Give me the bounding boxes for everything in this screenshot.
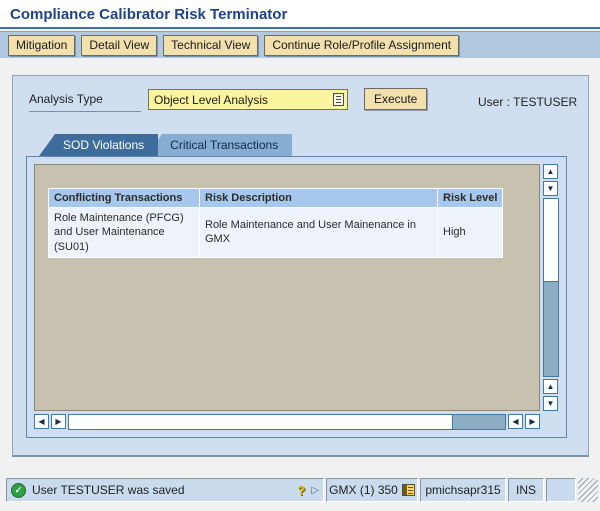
mitigation-button[interactable]: Mitigation: [8, 35, 75, 56]
execute-button[interactable]: Execute: [364, 88, 427, 110]
status-empty-cell: [546, 478, 576, 502]
risk-table: Conflicting Transactions Risk Descriptio…: [48, 188, 503, 258]
cell-risk-level: High: [438, 208, 502, 257]
horizontal-scrollbar[interactable]: ◀ ▶ ◀ ▶: [34, 414, 540, 430]
page-title: Compliance Calibrator Risk Terminator: [0, 0, 600, 23]
results-grid-area: Conflicting Transactions Risk Descriptio…: [34, 164, 540, 411]
horizontal-scroll-thumb[interactable]: [69, 415, 453, 429]
session-list-icon[interactable]: [402, 484, 415, 496]
resize-grip[interactable]: [578, 478, 598, 502]
header-conflicting-transactions: Conflicting Transactions: [49, 189, 199, 207]
scroll-right-icon[interactable]: ▶: [51, 414, 66, 429]
status-insert-mode-cell: INS: [508, 478, 544, 502]
cell-risk-description: Role Maintenance and User Mainenance in …: [200, 208, 437, 257]
status-host-cell: pmichsapr315: [420, 478, 506, 502]
analysis-type-dropdown[interactable]: Object Level Analysis: [148, 89, 348, 110]
tab-content-panel: Conflicting Transactions Risk Descriptio…: [26, 156, 567, 438]
header-risk-level: Risk Level: [438, 189, 502, 207]
application-toolbar: Mitigation Detail View Technical View Co…: [0, 31, 600, 58]
header-risk-description: Risk Description: [200, 189, 437, 207]
scroll-right-icon[interactable]: ▶: [525, 414, 540, 429]
vertical-scroll-thumb[interactable]: [544, 199, 558, 282]
system-text: GMX (1) 350: [329, 483, 398, 497]
table-row[interactable]: Role Maintenance (PFCG) and User Mainten…: [49, 208, 502, 257]
scroll-left-icon[interactable]: ◀: [508, 414, 523, 429]
cell-conflicting-transactions: Role Maintenance (PFCG) and User Mainten…: [49, 208, 199, 257]
success-check-icon: ✓: [11, 483, 26, 498]
technical-view-button[interactable]: Technical View: [163, 35, 258, 56]
status-message-cell: ✓ User TESTUSER was saved ? ▷: [6, 478, 324, 502]
tab-sod-violations[interactable]: SOD Violations: [39, 134, 158, 156]
vertical-scroll-track[interactable]: [543, 198, 559, 377]
help-icon[interactable]: ?: [297, 483, 305, 498]
scroll-up-icon[interactable]: ▲: [543, 164, 558, 179]
status-system-cell: GMX (1) 350: [326, 478, 418, 502]
scroll-down-icon[interactable]: ▼: [543, 396, 558, 411]
insert-mode-text: INS: [516, 483, 536, 497]
analysis-type-value: Object Level Analysis: [154, 93, 268, 107]
scrollbar-corner: [543, 414, 559, 430]
table-header-row: Conflicting Transactions Risk Descriptio…: [49, 189, 502, 207]
vertical-scrollbar[interactable]: ▲ ▼ ▲ ▼: [543, 164, 559, 411]
tab-critical-transactions[interactable]: Critical Transactions: [146, 134, 292, 156]
analysis-type-label: Analysis Type: [29, 92, 141, 112]
horizontal-scroll-track[interactable]: [68, 414, 506, 430]
continue-role-profile-assignment-button[interactable]: Continue Role/Profile Assignment: [264, 35, 459, 56]
status-bar: ✓ User TESTUSER was saved ? ▷ GMX (1) 35…: [6, 478, 598, 502]
scroll-down-icon[interactable]: ▼: [543, 181, 558, 196]
scroll-up-icon[interactable]: ▲: [543, 379, 558, 394]
host-text: pmichsapr315: [425, 483, 500, 497]
title-bar: Compliance Calibrator Risk Terminator: [0, 0, 600, 29]
expand-icon[interactable]: ▷: [311, 485, 319, 496]
tab-strip: SOD Violations Critical Transactions: [39, 134, 292, 156]
dropdown-icon[interactable]: [333, 93, 344, 106]
detail-view-button[interactable]: Detail View: [81, 35, 157, 56]
status-message-text: User TESTUSER was saved: [32, 483, 185, 497]
user-label: User : TESTUSER: [478, 95, 577, 109]
scroll-left-icon[interactable]: ◀: [34, 414, 49, 429]
main-panel: Analysis Type Object Level Analysis Exec…: [12, 75, 589, 456]
